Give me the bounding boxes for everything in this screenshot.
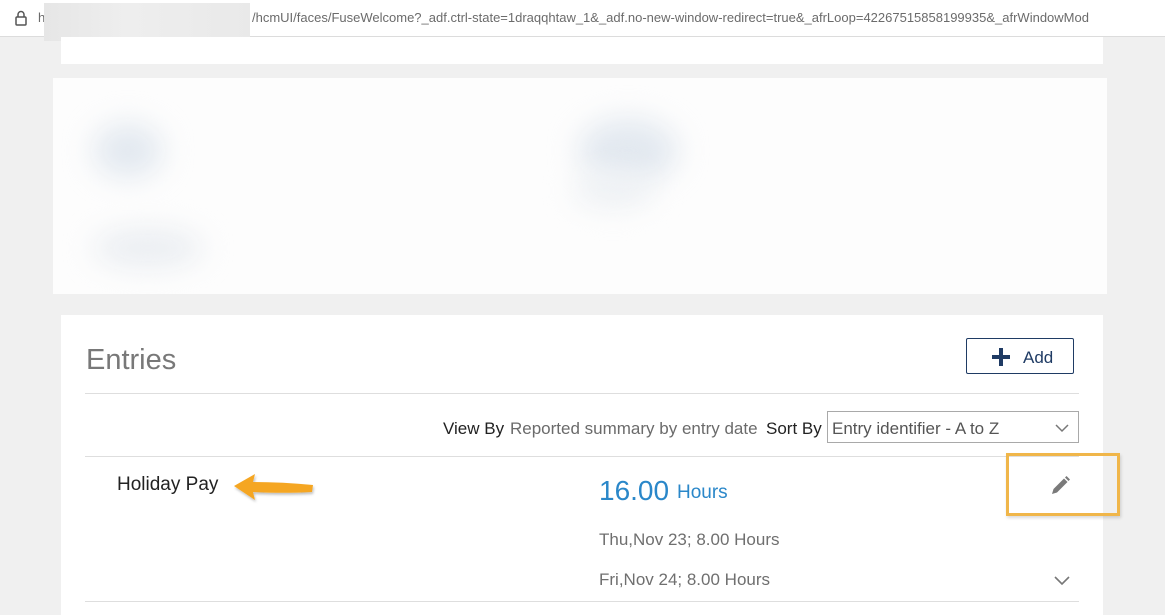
address-bar[interactable]: h /hcmUI/faces/FuseWelcome?_adf.ctrl-sta… [0, 0, 1165, 41]
divider [85, 393, 1079, 394]
entries-title: Entries [86, 344, 177, 376]
plus-icon [992, 348, 1010, 366]
add-label: Add [1023, 348, 1054, 367]
chevron-down-icon[interactable] [1054, 572, 1070, 588]
entry-detail: Thu,Nov 23; 8.00 Hours [599, 530, 780, 549]
entry-detail: Fri,Nov 24; 8.00 Hours [599, 570, 771, 589]
add-button[interactable]: Add [966, 338, 1074, 374]
entry-name: Holiday Pay [117, 474, 219, 495]
redacted-host [44, 3, 250, 41]
top-card [61, 37, 1103, 64]
arrow-icon [234, 474, 313, 500]
sort-by-value: Entry identifier - A to Z [832, 419, 1000, 438]
entries-card: Entries Add View By Reported summary by … [61, 315, 1120, 615]
view-by-value[interactable]: Reported summary by entry date [510, 419, 758, 439]
blurred-summary-card [53, 78, 1107, 294]
sort-by-select[interactable]: Entry identifier - A to Z [827, 411, 1079, 443]
url-text[interactable]: /hcmUI/faces/FuseWelcome?_adf.ctrl-state… [252, 10, 1157, 25]
divider [85, 456, 1079, 457]
sort-by-label: Sort By [766, 419, 822, 438]
hours-total: 16.00 [599, 475, 670, 506]
edit-highlight [1006, 453, 1120, 516]
pencil-icon[interactable] [1049, 475, 1071, 497]
chevron-down-icon [1055, 424, 1069, 433]
lock-icon [15, 10, 27, 26]
hours-unit: Hours [677, 482, 728, 503]
view-by-label: View By [443, 419, 505, 438]
